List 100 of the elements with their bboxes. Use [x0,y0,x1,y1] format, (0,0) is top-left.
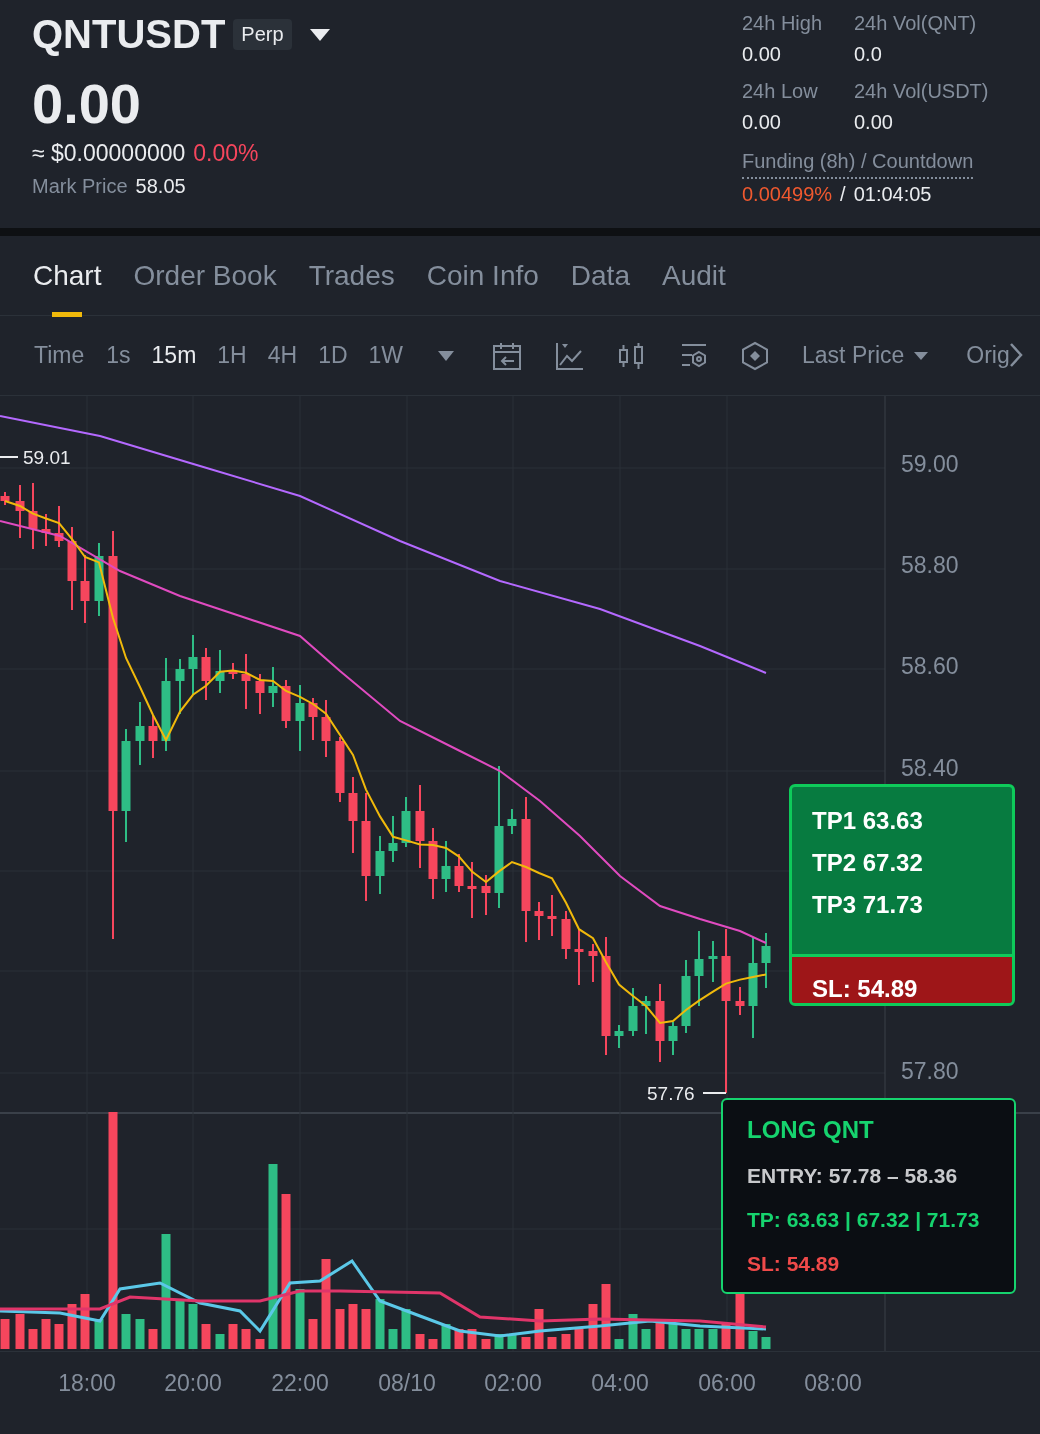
candlestick [735,986,745,1016]
volume-bar [148,1329,158,1349]
price-axis-label: 58.80 [901,552,959,578]
interval-option[interactable]: 1H [217,342,247,369]
price-type-dropdown[interactable]: Last Price [802,342,929,369]
time-axis-label: 06:00 [698,1370,756,1397]
separator-slash: / [840,183,846,206]
dropdown-caret-icon[interactable] [309,28,330,41]
candlestick [308,697,318,741]
candlestick [215,649,225,694]
candlestick [295,684,305,752]
candlestick [135,701,145,766]
price-axis-label: 58.60 [901,653,959,679]
candlestick [80,554,90,624]
volume-bar [0,1319,10,1349]
price-axis-label: 58.40 [901,755,959,781]
candlestick [561,910,571,960]
volume-bar [308,1319,318,1349]
volume-bar [681,1329,691,1349]
candlestick [481,874,491,916]
time-axis-label: 04:00 [591,1370,649,1397]
volume-bar [121,1314,131,1349]
candlestick [241,653,251,710]
tab[interactable]: Data [570,236,630,315]
candlestick [188,634,198,696]
candlestick [761,932,771,989]
candlestick [388,815,398,863]
time-axis-label: 08/10 [378,1370,436,1397]
candlestick [54,505,64,548]
volume-bar [481,1339,491,1349]
volume-bar [215,1334,225,1349]
tab[interactable]: Chart [33,236,102,315]
candlestick [28,482,38,550]
time-axis-label: 22:00 [271,1370,329,1397]
volume-bar [494,1334,504,1349]
volume-bar [428,1339,438,1349]
volume-bar [375,1299,385,1349]
candlestick [454,853,464,893]
volume-bar [295,1289,305,1349]
volume-bar [188,1304,198,1349]
volume-bar [67,1304,77,1349]
volume-bar [534,1309,544,1349]
candlestick [321,699,331,758]
stop-loss-panel: SL: 54.89 [792,954,1012,1003]
contract-badge: Perp [233,19,292,50]
time-axis-label: 18:00 [58,1370,116,1397]
volume-bar [748,1331,758,1349]
volume-bar [335,1309,345,1349]
take-profit-target: TP3 71.73 [812,891,924,919]
funding-rate: 0.00499% [742,183,833,206]
stat-label: 24h High [742,12,824,35]
volume-bar [80,1294,90,1349]
candlestick [641,995,651,1035]
interval-option[interactable]: 1W [368,342,404,369]
volume-bar [15,1314,25,1349]
interval-option[interactable]: 1s [106,342,131,369]
stat-value: 0.00 [742,111,782,134]
volume-bar [708,1329,718,1349]
candlestick [228,662,238,680]
line-chart-icon[interactable] [554,340,585,371]
settings-icon[interactable] [740,340,771,371]
volume-bar [361,1309,371,1349]
interval-option[interactable]: 15m [151,342,197,369]
candlestick [547,894,557,937]
scroll-right-icon[interactable] [1008,342,1025,368]
candlestick [441,840,451,893]
tab[interactable]: Coin Info [426,236,539,315]
candlestick [281,679,291,729]
tab[interactable]: Audit [662,236,726,315]
candlestick [175,658,185,715]
candlestick [614,1024,624,1049]
volume-bar [721,1324,731,1349]
time-axis-label: 08:00 [804,1370,862,1397]
calendar-icon[interactable] [492,340,523,371]
volume-bar [241,1329,251,1349]
volume-bar [614,1339,624,1349]
more-intervals-caret-icon[interactable] [438,350,455,361]
tab[interactable]: Order Book [133,236,277,315]
volume-bar [574,1329,584,1349]
volume-bar [601,1284,611,1349]
candlestick [201,647,211,701]
candlestick [507,808,517,835]
toolbar-option[interactable]: Orig [966,342,1010,368]
price-axis-label: 57.80 [901,1058,959,1084]
interval-option[interactable]: 1D [318,342,348,369]
stat-value: 0.0 [854,43,883,66]
last-price: 0.00 [32,71,142,136]
candlestick [588,943,598,983]
symbol-title: QNTUSDT [32,12,226,57]
volume-bar [401,1309,411,1349]
candlestick [534,901,544,941]
countdown-time: 01:04:05 [853,183,932,206]
interval-option[interactable]: 4H [267,342,298,369]
stat-value: 0.00 [854,111,894,134]
tab[interactable]: Trades [308,236,395,315]
candlestick [668,1021,678,1056]
volume-bar [54,1324,64,1349]
usd-price: ≈ $0.00000000 [32,140,186,167]
volume-bar [135,1319,145,1349]
funding-label: Funding (8h) / Countdown [742,150,974,179]
